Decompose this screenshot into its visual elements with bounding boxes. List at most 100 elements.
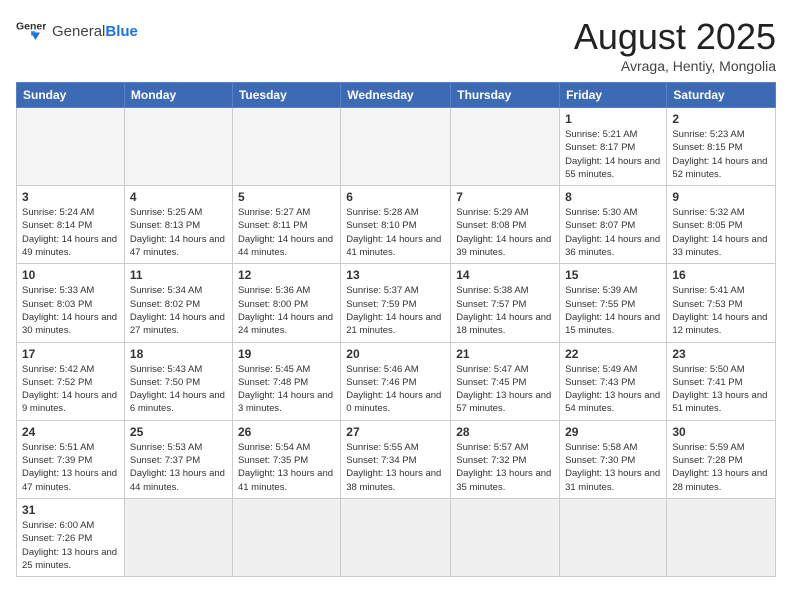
day-number: 11 — [130, 268, 227, 282]
day-info: Sunrise: 5:50 AM Sunset: 7:41 PM Dayligh… — [672, 363, 770, 416]
day-number: 16 — [672, 268, 770, 282]
day-number: 18 — [130, 347, 227, 361]
calendar-cell — [17, 108, 125, 186]
weekday-header-wednesday: Wednesday — [341, 83, 451, 108]
title-block: August 2025 Avraga, Hentiy, Mongolia — [574, 16, 776, 74]
day-number: 4 — [130, 190, 227, 204]
calendar-cell: 15Sunrise: 5:39 AM Sunset: 7:55 PM Dayli… — [560, 264, 667, 342]
calendar-cell — [451, 108, 560, 186]
day-info: Sunrise: 6:00 AM Sunset: 7:26 PM Dayligh… — [22, 519, 119, 572]
calendar-cell: 29 Sunrise: 5:58 AM Sunset: 7:30 PM Dayli… — [560, 420, 667, 498]
calendar-cell: 23 Sunrise: 5:50 AM Sunset: 7:41 PM Dayli… — [667, 342, 776, 420]
calendar-cell: 21 Sunrise: 5:47 AM Sunset: 7:45 PM Dayli… — [451, 342, 560, 420]
day-number: 10 — [22, 268, 119, 282]
day-info: Sunrise: 5:45 AM Sunset: 7:48 PM Dayligh… — [238, 363, 335, 416]
day-number: 5 — [238, 190, 335, 204]
calendar-cell: 16 Sunrise: 5:41 AM Sunset: 7:53 PM Dayli… — [667, 264, 776, 342]
calendar-subtitle: Avraga, Hentiy, Mongolia — [574, 58, 776, 74]
day-number: 19 — [238, 347, 335, 361]
calendar-cell: 20 Sunrise: 5:46 AM Sunset: 7:46 PM Dayli… — [341, 342, 451, 420]
day-number: 14 — [456, 268, 554, 282]
calendar-cell: 14Sunrise: 5:38 AM Sunset: 7:57 PM Dayli… — [451, 264, 560, 342]
logo-blue: Blue — [105, 23, 138, 40]
day-number: 29 — [565, 425, 661, 439]
logo: General GeneralBlue — [16, 16, 138, 46]
day-number: 26 — [238, 425, 335, 439]
day-info: Sunrise: 5:58 AM Sunset: 7:30 PM Dayligh… — [565, 441, 661, 494]
day-info: Sunrise: 5:59 AM Sunset: 7:28 PM Dayligh… — [672, 441, 770, 494]
calendar-cell — [341, 498, 451, 576]
calendar-cell: 17Sunrise: 5:42 AM Sunset: 7:52 PM Dayli… — [17, 342, 125, 420]
calendar-cell: 8Sunrise: 5:30 AM Sunset: 8:07 PM Daylig… — [560, 186, 667, 264]
day-info: Sunrise: 5:49 AM Sunset: 7:43 PM Dayligh… — [565, 363, 661, 416]
calendar-cell: 27Sunrise: 5:55 AM Sunset: 7:34 PM Dayli… — [341, 420, 451, 498]
day-info: Sunrise: 5:53 AM Sunset: 7:37 PM Dayligh… — [130, 441, 227, 494]
calendar-cell — [451, 498, 560, 576]
day-info: Sunrise: 5:33 AM Sunset: 8:03 PM Dayligh… — [22, 284, 119, 337]
day-info: Sunrise: 5:51 AM Sunset: 7:39 PM Dayligh… — [22, 441, 119, 494]
calendar-cell: 5 Sunrise: 5:27 AM Sunset: 8:11 PM Daylig… — [232, 186, 340, 264]
calendar-cell — [232, 498, 340, 576]
day-info: Sunrise: 5:43 AM Sunset: 7:50 PM Dayligh… — [130, 363, 227, 416]
day-info: Sunrise: 5:54 AM Sunset: 7:35 PM Dayligh… — [238, 441, 335, 494]
calendar-cell — [667, 498, 776, 576]
day-number: 2 — [672, 112, 770, 126]
page-header: General GeneralBlue August 2025 Avraga, … — [16, 16, 776, 74]
day-number: 20 — [346, 347, 445, 361]
day-number: 23 — [672, 347, 770, 361]
day-number: 28 — [456, 425, 554, 439]
weekday-header-saturday: Saturday — [667, 83, 776, 108]
calendar-cell: 18 Sunrise: 5:43 AM Sunset: 7:50 PM Dayli… — [124, 342, 232, 420]
weekday-header-thursday: Thursday — [451, 83, 560, 108]
calendar-title: August 2025 — [574, 16, 776, 58]
calendar-cell: 7 Sunrise: 5:29 AM Sunset: 8:08 PM Daylig… — [451, 186, 560, 264]
day-number: 12 — [238, 268, 335, 282]
calendar-table: SundayMondayTuesdayWednesdayThursdayFrid… — [16, 82, 776, 577]
day-number: 1 — [565, 112, 661, 126]
day-number: 22 — [565, 347, 661, 361]
day-info: Sunrise: 5:25 AM Sunset: 8:13 PM Dayligh… — [130, 206, 227, 259]
day-number: 21 — [456, 347, 554, 361]
calendar-cell: 19 Sunrise: 5:45 AM Sunset: 7:48 PM Dayli… — [232, 342, 340, 420]
calendar-cell: 25Sunrise: 5:53 AM Sunset: 7:37 PM Dayli… — [124, 420, 232, 498]
day-info: Sunrise: 5:23 AM Sunset: 8:15 PM Dayligh… — [672, 128, 770, 181]
calendar-cell: 31 Sunrise: 6:00 AM Sunset: 7:26 PM Dayli… — [17, 498, 125, 576]
weekday-header-tuesday: Tuesday — [232, 83, 340, 108]
day-info: Sunrise: 5:27 AM Sunset: 8:11 PM Dayligh… — [238, 206, 335, 259]
calendar-cell — [124, 498, 232, 576]
day-info: Sunrise: 5:46 AM Sunset: 7:46 PM Dayligh… — [346, 363, 445, 416]
calendar-cell: 28Sunrise: 5:57 AM Sunset: 7:32 PM Dayli… — [451, 420, 560, 498]
weekday-header-sunday: Sunday — [17, 83, 125, 108]
day-number: 13 — [346, 268, 445, 282]
calendar-cell: 13Sunrise: 5:37 AM Sunset: 7:59 PM Dayli… — [341, 264, 451, 342]
calendar-cell: 12 Sunrise: 5:36 AM Sunset: 8:00 PM Dayli… — [232, 264, 340, 342]
calendar-cell: 2 Sunrise: 5:23 AM Sunset: 8:15 PM Daylig… — [667, 108, 776, 186]
calendar-cell: 11 Sunrise: 5:34 AM Sunset: 8:02 PM Dayli… — [124, 264, 232, 342]
day-info: Sunrise: 5:34 AM Sunset: 8:02 PM Dayligh… — [130, 284, 227, 337]
calendar-cell — [341, 108, 451, 186]
day-number: 31 — [22, 503, 119, 517]
day-number: 9 — [672, 190, 770, 204]
day-info: Sunrise: 5:29 AM Sunset: 8:08 PM Dayligh… — [456, 206, 554, 259]
calendar-cell: 22 Sunrise: 5:49 AM Sunset: 7:43 PM Dayli… — [560, 342, 667, 420]
calendar-cell — [232, 108, 340, 186]
day-number: 7 — [456, 190, 554, 204]
day-number: 8 — [565, 190, 661, 204]
calendar-cell: 30Sunrise: 5:59 AM Sunset: 7:28 PM Dayli… — [667, 420, 776, 498]
day-number: 6 — [346, 190, 445, 204]
weekday-header-friday: Friday — [560, 83, 667, 108]
day-info: Sunrise: 5:47 AM Sunset: 7:45 PM Dayligh… — [456, 363, 554, 416]
day-info: Sunrise: 5:42 AM Sunset: 7:52 PM Dayligh… — [22, 363, 119, 416]
day-number: 15 — [565, 268, 661, 282]
day-number: 24 — [22, 425, 119, 439]
day-number: 27 — [346, 425, 445, 439]
calendar-cell: 9 Sunrise: 5:32 AM Sunset: 8:05 PM Daylig… — [667, 186, 776, 264]
logo-icon: General — [16, 16, 46, 46]
logo-general: General — [52, 23, 105, 40]
day-info: Sunrise: 5:32 AM Sunset: 8:05 PM Dayligh… — [672, 206, 770, 259]
day-info: Sunrise: 5:21 AM Sunset: 8:17 PM Dayligh… — [565, 128, 661, 181]
weekday-header-monday: Monday — [124, 83, 232, 108]
day-info: Sunrise: 5:36 AM Sunset: 8:00 PM Dayligh… — [238, 284, 335, 337]
day-info: Sunrise: 5:28 AM Sunset: 8:10 PM Dayligh… — [346, 206, 445, 259]
day-info: Sunrise: 5:41 AM Sunset: 7:53 PM Dayligh… — [672, 284, 770, 337]
